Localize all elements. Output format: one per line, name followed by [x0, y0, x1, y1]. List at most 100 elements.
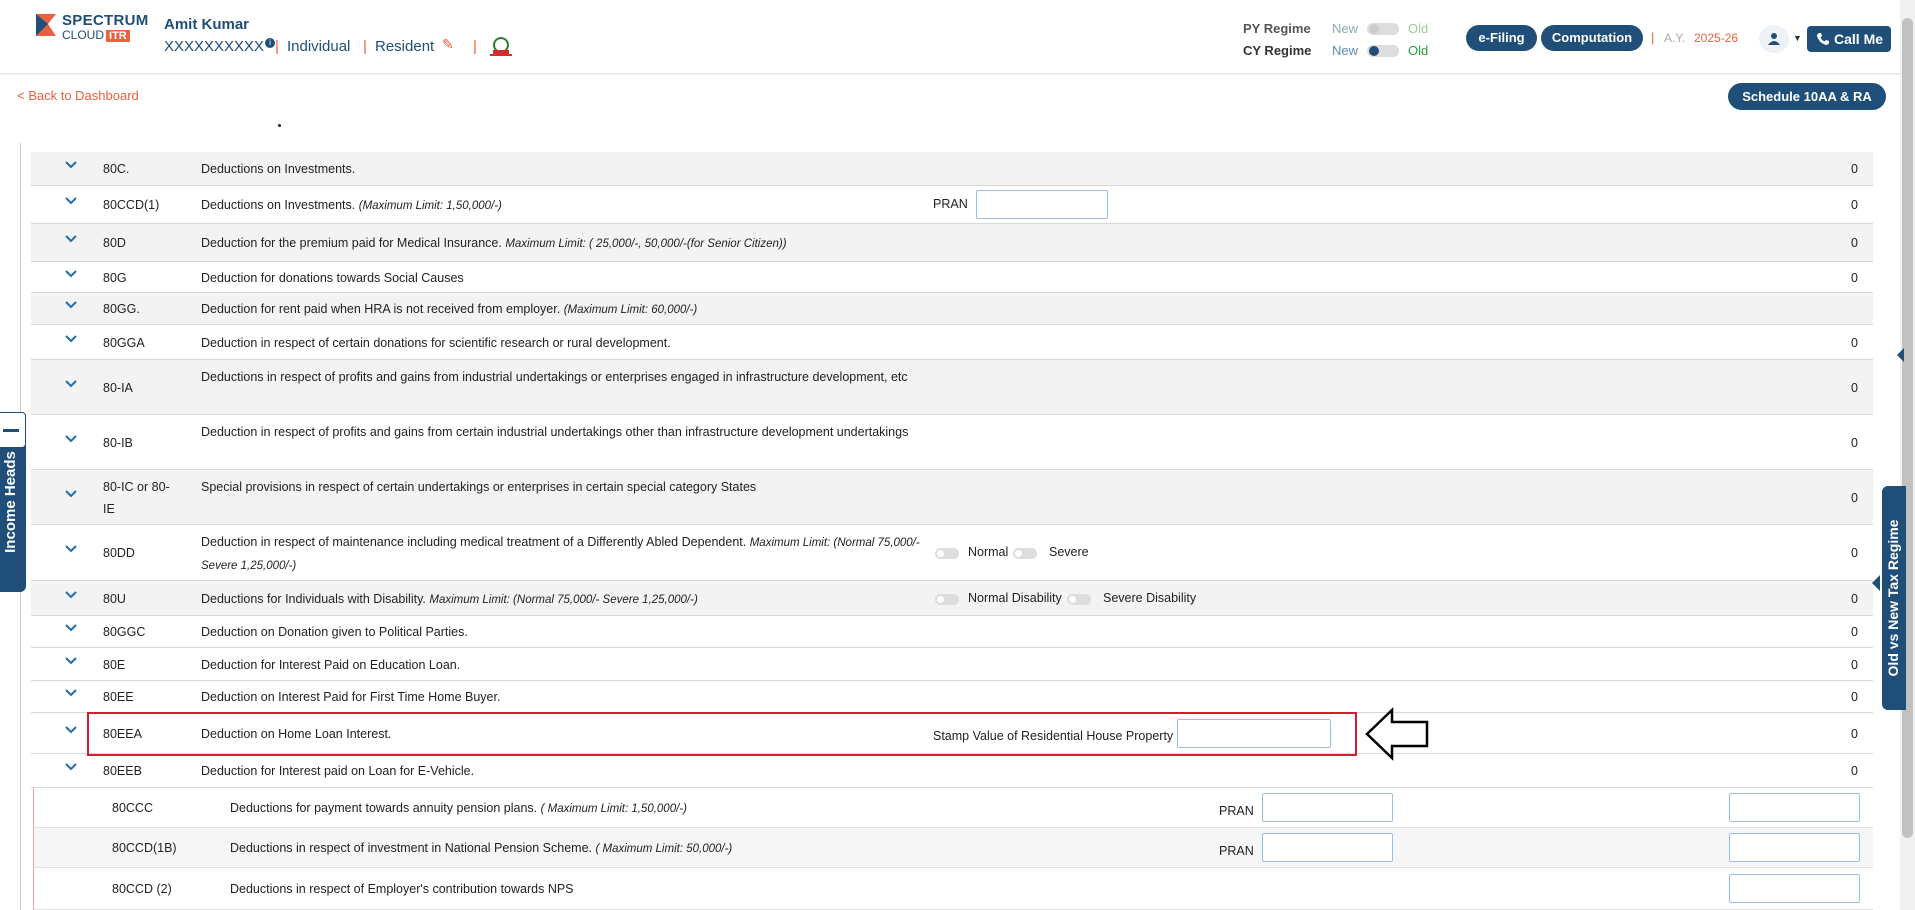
deduction-row: 80-IC or 80-IE Special provisions in resp…: [31, 470, 1873, 525]
section-code: 80EE: [103, 690, 134, 704]
pran-input[interactable]: [976, 190, 1108, 219]
deduction-row: 80-IB Deduction in respect of profits and…: [31, 415, 1873, 470]
left-arrow-icon: [1365, 707, 1429, 761]
chevron-down-icon[interactable]: [64, 542, 78, 556]
toggle-switch[interactable]: [935, 548, 959, 559]
deduction-amount: 0: [1851, 764, 1858, 778]
deduction-description: Deduction in respect of certain donation…: [201, 335, 671, 350]
chevron-down-icon[interactable]: [64, 432, 78, 446]
section-code: 80GG.: [103, 302, 140, 316]
expand-arrow-icon[interactable]: [1872, 575, 1880, 591]
amount-input[interactable]: [1729, 833, 1860, 862]
collapse-arrow-icon[interactable]: [1897, 348, 1904, 362]
chevron-down-icon[interactable]: [64, 654, 78, 668]
amount-input[interactable]: [1729, 874, 1860, 903]
chevron-down-icon[interactable]: [64, 686, 78, 700]
user-name: Amit Kumar: [164, 16, 250, 33]
deduction-row: 80-IA Deductions in respect of profits an…: [31, 360, 1873, 415]
deduction-amount: 0: [1851, 490, 1858, 505]
pan-number: XXXXXXXXXX i: [164, 38, 276, 55]
section-code: 80C.: [103, 162, 130, 176]
call-me-label: Call Me: [1834, 31, 1884, 47]
deduction-description: Deductions in respect of profits and gai…: [201, 369, 908, 384]
pencil-icon[interactable]: ✎: [442, 36, 454, 53]
deduction-amount: 0: [1851, 591, 1858, 606]
pran-label: PRAN: [933, 197, 968, 211]
chevron-down-icon[interactable]: [64, 621, 78, 635]
deduction-row: 80U Deductions for Individuals with Disab…: [31, 581, 1873, 616]
scrollbar[interactable]: [1900, 0, 1915, 910]
income-heads-tab[interactable]: Income Heads: [0, 412, 26, 592]
chevron-down-icon[interactable]: [64, 194, 78, 208]
chevron-down-icon[interactable]: [64, 267, 78, 281]
back-to-dashboard-link[interactable]: < Back to Dashboard: [17, 88, 139, 103]
deduction-description: Deductions for payment towards annuity p…: [230, 801, 687, 815]
toggle-label: Normal: [968, 545, 1009, 559]
chevron-down-icon[interactable]: [64, 158, 78, 172]
highlight-box: [87, 712, 1357, 756]
deduction-description: Deduction in respect of maintenance incl…: [201, 535, 920, 572]
scrollbar-thumb[interactable]: [1902, 18, 1913, 838]
sub-deduction-row: 80CCD (2) Deductions in respect of Employ…: [33, 868, 1873, 910]
efiling-button[interactable]: e-Filing: [1466, 25, 1537, 51]
logo-text: SPECTRUM: [62, 12, 149, 29]
pran-input[interactable]: [1262, 833, 1393, 862]
deduction-amount: 0: [1851, 657, 1858, 672]
cy-regime-label: CY Regime: [1243, 43, 1312, 58]
section-code: 80-IA: [103, 380, 133, 395]
chevron-down-icon[interactable]: [64, 487, 78, 501]
toggle-switch[interactable]: [1067, 593, 1091, 605]
deductions-table: 80C. Deductions on Investments. 0 80CCD(1)…: [20, 143, 1877, 910]
chevron-down-icon[interactable]: ▼: [1793, 33, 1802, 43]
chevron-down-icon[interactable]: [64, 298, 78, 312]
deduction-row: 80GG. Deduction for rent paid when HRA is…: [31, 293, 1873, 325]
sub-deduction-row: 80CCC Deductions for payment towards annu…: [33, 788, 1873, 828]
chevron-down-icon[interactable]: [64, 723, 78, 737]
deduction-amount: 0: [1851, 198, 1858, 212]
divider: |: [1651, 30, 1655, 45]
toggle-label: Severe Disability: [1103, 590, 1197, 605]
chevron-down-icon[interactable]: [64, 588, 78, 602]
deduction-description: Deduction for Interest paid on Loan for …: [201, 764, 475, 778]
chevron-down-icon[interactable]: [64, 232, 78, 246]
schedule-10aa-button[interactable]: Schedule 10AA & RA: [1728, 83, 1886, 110]
toggle-label: Severe: [1049, 545, 1089, 559]
spectrum-logo[interactable]: SPECTRUM CLOUD ITR: [34, 12, 149, 42]
py-regime-toggle[interactable]: [1367, 23, 1399, 35]
py-regime-label: PY Regime: [1243, 21, 1311, 36]
section-code: 80E: [103, 657, 126, 672]
pran-label: PRAN: [1219, 844, 1254, 858]
toggle-switch[interactable]: [935, 593, 959, 605]
deduction-row: 80EEB Deduction for Interest paid on Loan…: [31, 754, 1873, 788]
deduction-description: Deductions in respect of investment in N…: [230, 841, 733, 855]
deduction-description: Deductions in respect of Employer's cont…: [230, 882, 574, 896]
deduction-description: Deduction for donations towards Social C…: [201, 270, 464, 285]
deduction-row: 80E Deduction for Interest Paid on Educat…: [31, 648, 1873, 681]
pran-input[interactable]: [1262, 793, 1393, 822]
chevron-down-icon[interactable]: [64, 760, 78, 774]
ay-value[interactable]: 2025-26: [1694, 31, 1738, 45]
deduction-row: 80DD Deduction in respect of maintenance …: [31, 525, 1873, 581]
deduction-amount: 0: [1851, 435, 1858, 450]
deduction-row: 80GGC Deduction on Donation given to Poli…: [31, 616, 1873, 648]
deduction-amount: 0: [1851, 625, 1858, 639]
chevron-down-icon[interactable]: [64, 377, 78, 391]
pran-label: PRAN: [1219, 804, 1254, 818]
divider: |: [473, 38, 477, 55]
computation-button[interactable]: Computation: [1541, 25, 1643, 51]
section-code: 80G: [103, 270, 127, 285]
info-icon[interactable]: i: [265, 38, 276, 48]
old-vs-new-regime-tab[interactable]: Old vs New Tax Regime: [1882, 486, 1906, 710]
sub-deduction-row: 80CCD(1B) Deductions in respect of invest…: [33, 828, 1873, 868]
section-code: 80GGC: [103, 625, 146, 639]
deduction-amount: 0: [1851, 690, 1858, 704]
section-code: 80-IC or 80-IE: [103, 479, 170, 516]
call-me-button[interactable]: Call Me: [1807, 26, 1891, 52]
user-icon[interactable]: [1759, 25, 1789, 53]
toggle-switch[interactable]: [1013, 548, 1037, 559]
chevron-down-icon[interactable]: [64, 332, 78, 346]
section-code: 80CCC: [112, 801, 153, 815]
deduction-description: Deductions on Investments.: [201, 162, 356, 176]
cy-regime-toggle[interactable]: [1367, 45, 1399, 57]
amount-input[interactable]: [1729, 793, 1860, 822]
